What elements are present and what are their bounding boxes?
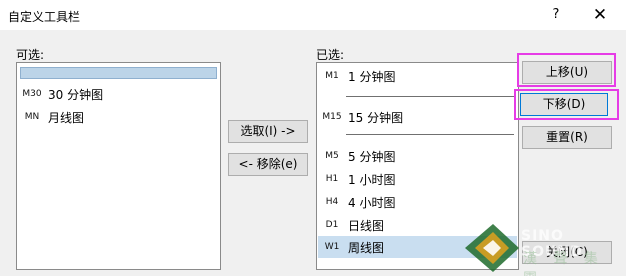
timeframe-label: 5 分钟图: [348, 149, 396, 164]
list-item[interactable]: M30 30 分钟图: [18, 83, 219, 105]
timeframe-label: 1 小时图: [348, 172, 396, 187]
timeframe-code: W1: [324, 242, 340, 252]
list-item[interactable]: [18, 65, 219, 81]
available-list[interactable]: M30 30 分钟图 MN 月线图: [16, 62, 221, 270]
list-item[interactable]: M1 1 分钟图: [318, 65, 517, 87]
highlight-box: [517, 53, 616, 87]
watermark-chars: 漢 聲 集 團: [523, 251, 604, 276]
timeframe-code: H1: [325, 174, 339, 184]
list-item[interactable]: H1 1 小时图: [318, 168, 517, 190]
close-window-button[interactable]: ✕: [586, 3, 614, 27]
list-item[interactable]: H4 4 小时图: [318, 191, 517, 213]
list-item[interactable]: M5 5 分钟图: [318, 145, 517, 167]
timeframe-label: 15 分钟图: [348, 110, 404, 125]
available-label: 可选:: [16, 48, 45, 62]
list-item[interactable]: M15 15 分钟图: [318, 106, 517, 128]
remove-button[interactable]: <- 移除(e): [228, 153, 308, 176]
window-title: 自定义工具栏: [8, 10, 81, 24]
select-button[interactable]: 选取(I) ->: [228, 120, 308, 143]
timeframe-label: 日线图: [348, 218, 385, 233]
timeframe-label: 4 小时图: [348, 195, 396, 210]
list-item[interactable]: MN 月线图: [18, 106, 219, 128]
separator-line: [346, 96, 514, 97]
close-icon: ✕: [592, 5, 608, 25]
timeframe-code: M1: [325, 71, 339, 81]
timeframe-code: H4: [325, 197, 339, 207]
title-bar: 自定义工具栏 ? ✕: [0, 0, 626, 30]
timeframe-label: 月线图: [48, 110, 85, 125]
timeframe-code: MN: [24, 112, 40, 122]
help-button[interactable]: ?: [542, 3, 570, 27]
timeframe-label: 30 分钟图: [48, 87, 104, 102]
timeframe-code: M5: [325, 151, 339, 161]
timeframe-label: 1 分钟图: [348, 69, 396, 84]
timeframe-code: D1: [325, 220, 339, 230]
reset-button[interactable]: 重置(R): [522, 126, 612, 149]
separator-line: [346, 134, 514, 135]
selected-label: 已选:: [316, 48, 345, 62]
timeframe-label: 周线图: [348, 240, 385, 255]
timeframe-code: M30: [22, 89, 42, 99]
highlight-box: [514, 89, 619, 120]
timeframe-code: M15: [322, 112, 342, 122]
separator-item: [20, 67, 217, 79]
watermark: SINO SOUND 漢 聲 集 團: [461, 218, 626, 276]
